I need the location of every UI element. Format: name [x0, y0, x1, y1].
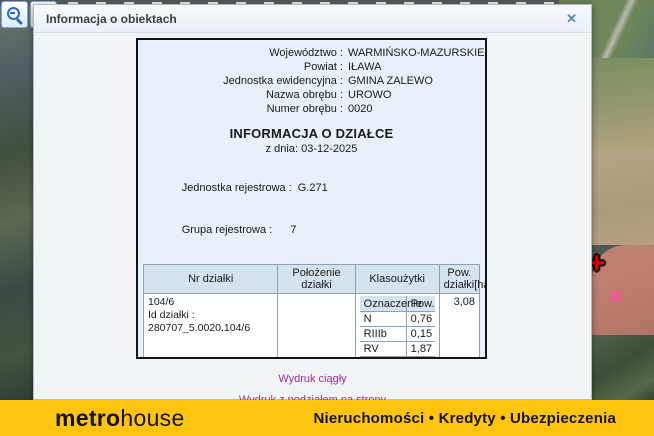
panel-heading: INFORMACJA O DZIAŁCE [138, 126, 485, 141]
info-label: Jednostka ewidencyjna : [138, 74, 343, 88]
dialog-body: Województwo : WARMIŃSKO-MAZURSKIE Powiat… [34, 33, 591, 400]
info-label: Województwo : [138, 46, 343, 60]
land-class-code: RVI [360, 357, 407, 360]
print-continuous-link[interactable]: Wydruk ciągły [34, 371, 591, 388]
klaso-header-area: Pow. [406, 296, 435, 312]
metrohouse-logo: metrohouse [55, 405, 185, 432]
land-class-area: 0,15 [406, 327, 435, 342]
x-marker-icon: × [609, 285, 623, 309]
map-field-green [592, 0, 654, 58]
register-label: Jednostka rejestrowa : [182, 182, 292, 194]
info-label: Nazwa obrębu : [138, 88, 343, 102]
zoom-out-icon [6, 6, 23, 23]
panel-date: z dnia: 03-12-2025 [138, 143, 485, 155]
map-field-tan [592, 150, 654, 245]
info-value: 0020 [343, 102, 372, 116]
map-right-strip [592, 0, 654, 400]
land-class-area: 1,87 [406, 342, 435, 357]
info-value: UROWO [343, 88, 391, 102]
parcel-id-value: 280707_5.0020.104/6 [148, 322, 273, 335]
land-class-row: RIIIb 0,15 [360, 327, 435, 342]
map-left-strip [0, 0, 34, 400]
land-class-row: RVI 0,30 [360, 357, 435, 360]
info-row: Województwo : WARMIŃSKO-MAZURSKIE [138, 46, 485, 60]
footer-bar: metrohouse Nieruchomości • Kredyty • Ube… [0, 400, 654, 436]
region-info-block: Województwo : WARMIŃSKO-MAZURSKIE Powiat… [138, 46, 485, 116]
map-forest [592, 335, 654, 400]
land-classes-cell: Oznaczenie Pow. N 0,76 RIIIb [355, 294, 439, 360]
info-value: WARMIŃSKO-MAZURSKIE [343, 46, 485, 60]
logo-metro: metro [55, 405, 120, 431]
parcel-id-label: Id działki : [148, 309, 273, 322]
land-classes-table: Oznaczenie Pow. N 0,76 RIIIb [360, 296, 435, 359]
register-value: G.271 [298, 182, 328, 194]
register-row: Grupa rejestrowa : 7 [145, 209, 485, 251]
col-header-parcel-number: Nr działki [144, 265, 278, 294]
register-label: Grupa rejestrowa : [182, 224, 272, 236]
land-class-code: N [360, 312, 407, 327]
info-row: Numer obrębu : 0020 [138, 102, 485, 116]
register-block: Jednostka rejestrowa : G.271 Grupa rejest… [145, 167, 485, 251]
info-label: Numer obrębu : [138, 102, 343, 116]
info-row: Nazwa obrębu : UROWO [138, 88, 485, 102]
parcel-number-cell: 104/6 Id działki : 280707_5.0020.104/6 [144, 294, 278, 360]
register-row: Jednostka rejestrowa : G.271 [145, 167, 485, 209]
register-value: 7 [278, 224, 296, 236]
parcel-number: 104/6 [148, 296, 273, 309]
zoom-out-button[interactable] [1, 1, 28, 28]
dialog-header[interactable]: Informacja o obiektach ✕ [34, 5, 591, 33]
info-row: Jednostka ewidencyjna : GMINA ZALEWO [138, 74, 485, 88]
land-class-area: 0,76 [406, 312, 435, 327]
table-row: 104/6 Id działki : 280707_5.0020.104/6 O… [144, 294, 480, 360]
klaso-header-designation: Oznaczenie [360, 296, 407, 312]
info-value: GMINA ZALEWO [343, 74, 433, 88]
parcel-area-cell: 3,08 [439, 294, 479, 360]
col-header-land-classes: Klasoużytki [355, 265, 439, 294]
magnifier-minus [10, 12, 15, 14]
parcel-info-panel: Województwo : WARMIŃSKO-MAZURSKIE Powiat… [136, 38, 487, 359]
info-value: IŁAWA [343, 60, 381, 74]
magnifier-handle [16, 18, 23, 25]
land-class-area: 0,30 [406, 357, 435, 360]
map-field-mixed [592, 58, 654, 150]
info-label: Powiat : [138, 60, 343, 74]
parcel-location-cell [278, 294, 355, 360]
dialog-title: Informacja o obiektach [46, 12, 564, 26]
info-dialog: Informacja o obiektach ✕ Województwo : W… [33, 4, 592, 400]
land-class-row: RV 1,87 [360, 342, 435, 357]
parcel-table: Nr działki Położenie działki Klasoużytki… [143, 264, 480, 359]
close-icon[interactable]: ✕ [564, 11, 579, 27]
screen: + × Informacja o obiektach ✕ Województwo [0, 0, 654, 436]
land-class-row: N 0,76 [360, 312, 435, 327]
logo-house: house [120, 405, 184, 431]
col-header-location: Położenie działki [278, 265, 355, 294]
table-header-row: Nr działki Położenie działki Klasoużytki… [144, 265, 480, 294]
land-class-code: RV [360, 342, 407, 357]
land-classes-header-row: Oznaczenie Pow. [360, 296, 435, 312]
info-row: Powiat : IŁAWA [138, 60, 485, 74]
footer-tagline: Nieruchomości • Kredyty • Ubezpieczenia [313, 410, 616, 427]
col-header-area: Pow. działki[ha] [439, 265, 479, 294]
parcel-table-wrap: Nr działki Położenie działki Klasoużytki… [143, 264, 480, 359]
land-class-code: RIIIb [360, 327, 407, 342]
